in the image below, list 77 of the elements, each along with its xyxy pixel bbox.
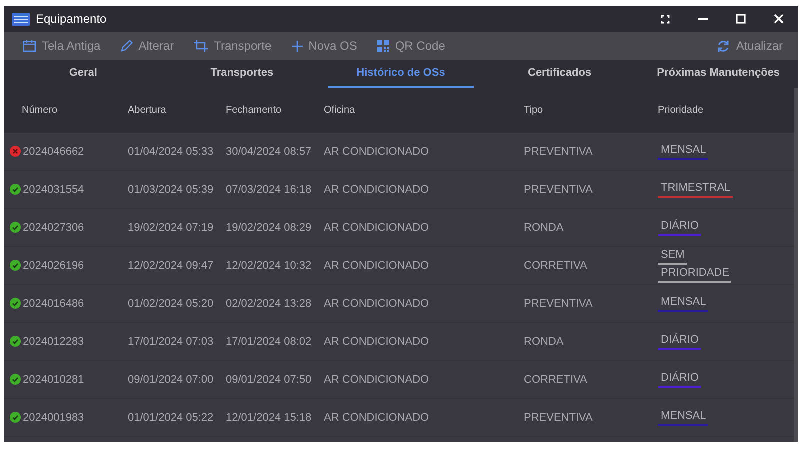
close-icon — [774, 14, 784, 24]
table-cell: 19/02/2024 08:29 — [226, 222, 312, 234]
calendar-icon — [23, 40, 36, 52]
table-cell: AR CONDICIONADO — [324, 184, 430, 196]
priority-tag: MENSAL — [658, 296, 708, 312]
minimize-icon — [698, 18, 708, 20]
toolbar-button[interactable]: Tela Antiga — [14, 34, 110, 58]
table-cell: 17/01/2024 08:02 — [226, 336, 312, 348]
column-header: Abertura — [128, 105, 166, 116]
toolbar-button[interactable]: QR Code — [368, 34, 454, 58]
table-cell: AR CONDICIONADO — [324, 146, 430, 158]
window-title: Equipamento — [36, 12, 107, 26]
tab[interactable]: Próximas Manutenções — [645, 60, 792, 88]
table-cell: 2024001983 — [23, 412, 84, 424]
table-cell: 09/01/2024 07:50 — [226, 374, 312, 386]
table-cell: AR CONDICIONADO — [324, 298, 430, 310]
priority-tag: SEM — [658, 248, 687, 264]
tab[interactable]: Geral — [10, 60, 157, 88]
refresh-button[interactable]: Atualizar — [708, 34, 792, 58]
priority-tag: DIÁRIO — [658, 220, 701, 236]
fullscreen-icon — [660, 14, 670, 24]
toolbar-button[interactable]: Nova OS — [282, 34, 366, 58]
priority-tag: PRIORIDADE — [658, 266, 732, 282]
table-cell: AR CONDICIONADO — [324, 336, 430, 348]
table-cell: RONDA — [524, 222, 564, 234]
table-cell: 02/02/2024 13:28 — [226, 298, 312, 310]
plus-icon — [292, 40, 303, 52]
table-cell: AR CONDICIONADO — [324, 374, 430, 386]
toolbar-button[interactable]: Transporte — [185, 34, 281, 58]
priority-tag: DIÁRIO — [658, 372, 701, 388]
table-cell: 12/02/2024 10:32 — [226, 260, 312, 272]
table-cell: AR CONDICIONADO — [324, 222, 430, 234]
table-cell: 2024026196 — [23, 260, 84, 272]
column-header: Número — [22, 105, 58, 116]
crop-icon — [194, 40, 208, 52]
table-cell: 01/04/2024 05:33 — [128, 146, 214, 158]
table-cell: 12/01/2024 15:18 — [226, 412, 312, 424]
tab[interactable]: Certificados — [486, 60, 634, 88]
table-cell: 2024012283 — [23, 336, 84, 348]
refresh-icon — [717, 40, 730, 52]
table-cell: 2024016486 — [23, 298, 84, 310]
table-cell: 2024027306 — [23, 222, 84, 234]
table-cell: PREVENTIVA — [524, 146, 593, 158]
priority-tag: MENSAL — [658, 144, 708, 160]
table-cell: 12/02/2024 09:47 — [128, 260, 214, 272]
column-header: Tipo — [524, 105, 544, 116]
priority-tag: MENSAL — [658, 410, 708, 426]
tab[interactable]: Transportes — [168, 60, 316, 88]
qr-code-icon — [377, 40, 390, 52]
table-cell: CORRETIVA — [524, 374, 588, 386]
column-header: Oficina — [324, 105, 356, 116]
table-cell: 2024046662 — [23, 146, 84, 158]
table-cell: 01/03/2024 05:39 — [128, 184, 214, 196]
table-cell: 19/02/2024 07:19 — [128, 222, 214, 234]
table-cell: 2024010281 — [23, 374, 84, 386]
column-header: Fechamento — [226, 105, 282, 116]
table-cell: CORRETIVA — [524, 260, 588, 272]
table-cell: PREVENTIVA — [524, 184, 593, 196]
table-cell: PREVENTIVA — [524, 298, 593, 310]
maximize-icon — [736, 14, 746, 24]
table-cell: AR CONDICIONADO — [324, 412, 430, 424]
app-icon — [12, 12, 30, 26]
table-cell: 30/04/2024 08:57 — [226, 146, 312, 158]
table-cell: AR CONDICIONADO — [324, 260, 430, 272]
table-cell: 01/01/2024 05:22 — [128, 412, 214, 424]
toolbar-button[interactable]: Alterar — [112, 34, 184, 58]
table-cell: PREVENTIVA — [524, 412, 593, 424]
table-cell: 2024031554 — [23, 184, 84, 196]
column-header: Prioridade — [658, 105, 704, 116]
table-cell: 01/02/2024 05:20 — [128, 298, 214, 310]
table-cell: 17/01/2024 07:03 — [128, 336, 214, 348]
table-cell: 09/01/2024 07:00 — [128, 374, 214, 386]
priority-tag: TRIMESTRAL — [658, 182, 733, 198]
pencil-icon — [120, 40, 133, 52]
priority-tag: DIÁRIO — [658, 334, 701, 350]
table-cell: 07/03/2024 16:18 — [226, 184, 312, 196]
table-cell: RONDA — [524, 336, 564, 348]
